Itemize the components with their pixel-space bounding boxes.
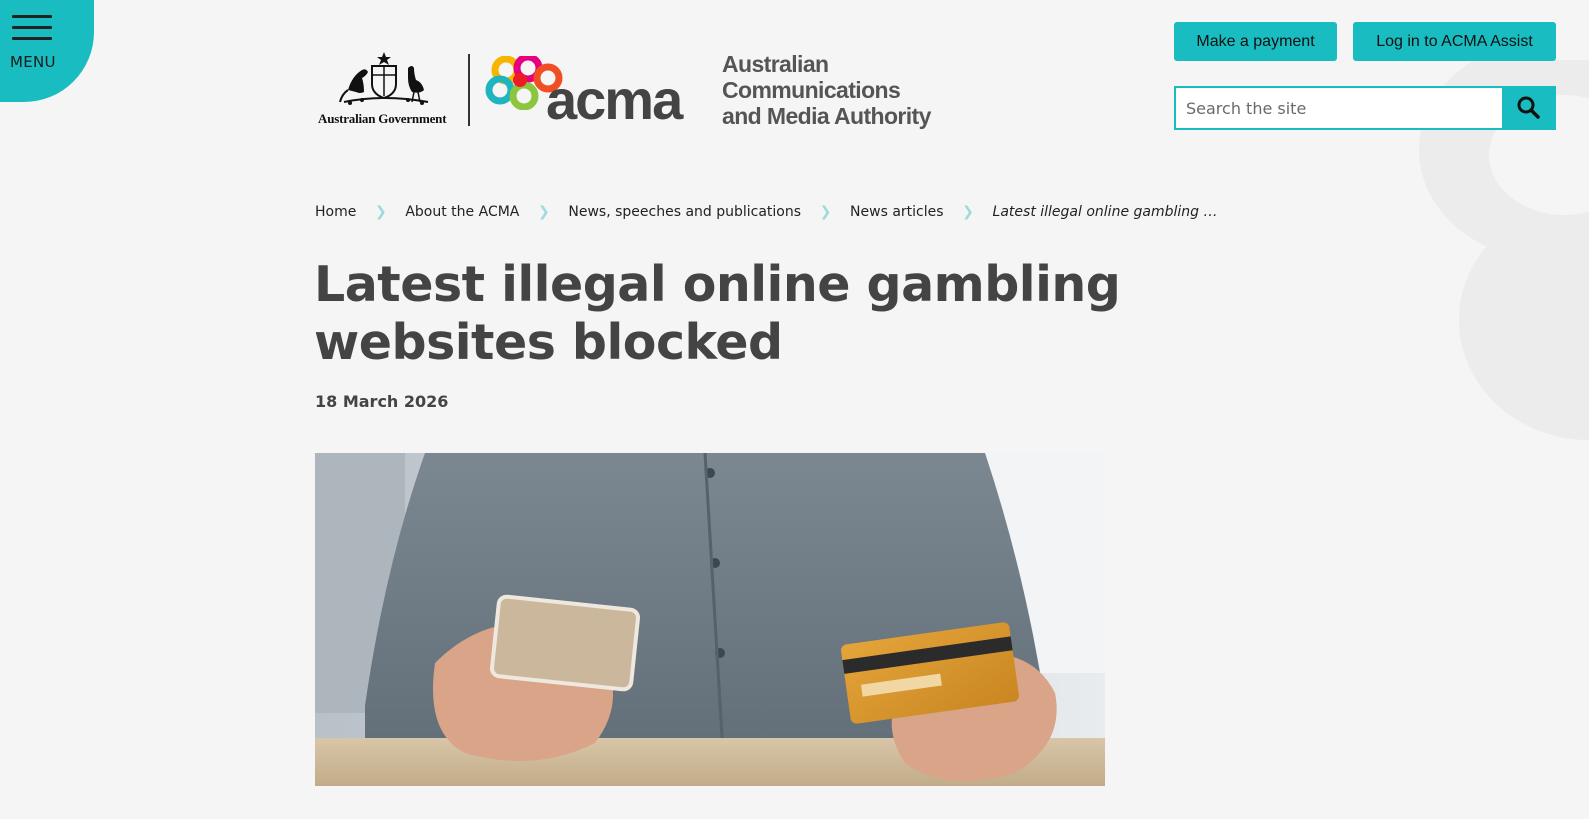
search-input[interactable] <box>1176 88 1502 128</box>
breadcrumb-about-acma[interactable]: About the ACMA <box>405 204 519 220</box>
breadcrumb-news-speeches-publications[interactable]: News, speeches and publications <box>568 204 801 220</box>
acma-full-name-line-1: Australian <box>722 51 829 77</box>
menu-label: MENU <box>10 53 56 71</box>
breadcrumb-current-page: Latest illegal online gambling websi... <box>992 204 1223 220</box>
chevron-right-icon: ❯ <box>374 204 387 220</box>
article-hero-image <box>315 453 1105 786</box>
search-bar <box>1174 86 1556 130</box>
chevron-right-icon: ❯ <box>819 204 832 220</box>
acma-full-name: Australian Communications and Media Auth… <box>722 51 931 129</box>
search-icon <box>1516 95 1540 122</box>
breadcrumb: Home ❯ About the ACMA ❯ News, speeches a… <box>315 204 1223 220</box>
search-button[interactable] <box>1502 88 1554 128</box>
menu-button[interactable]: MENU <box>0 0 94 102</box>
chevron-right-icon: ❯ <box>962 204 974 220</box>
page-title: Latest illegal online gambling websites … <box>314 256 1121 371</box>
acma-full-name-line-2: Communications <box>722 77 901 103</box>
australian-government-label: Australian Government <box>318 111 447 126</box>
make-payment-button[interactable]: Make a payment <box>1174 22 1337 61</box>
acma-wordmark: acma <box>546 68 683 131</box>
article-date: 18 March 2026 <box>315 392 449 411</box>
logo-divider <box>468 54 470 126</box>
hamburger-icon <box>12 15 52 43</box>
chevron-right-icon: ❯ <box>538 204 550 220</box>
breadcrumb-news-articles[interactable]: News articles <box>850 204 944 220</box>
login-acma-assist-button[interactable]: Log in to ACMA Assist <box>1353 22 1556 61</box>
breadcrumb-home[interactable]: Home <box>315 204 356 220</box>
acma-full-name-line-3: and Media Authority <box>722 103 931 129</box>
